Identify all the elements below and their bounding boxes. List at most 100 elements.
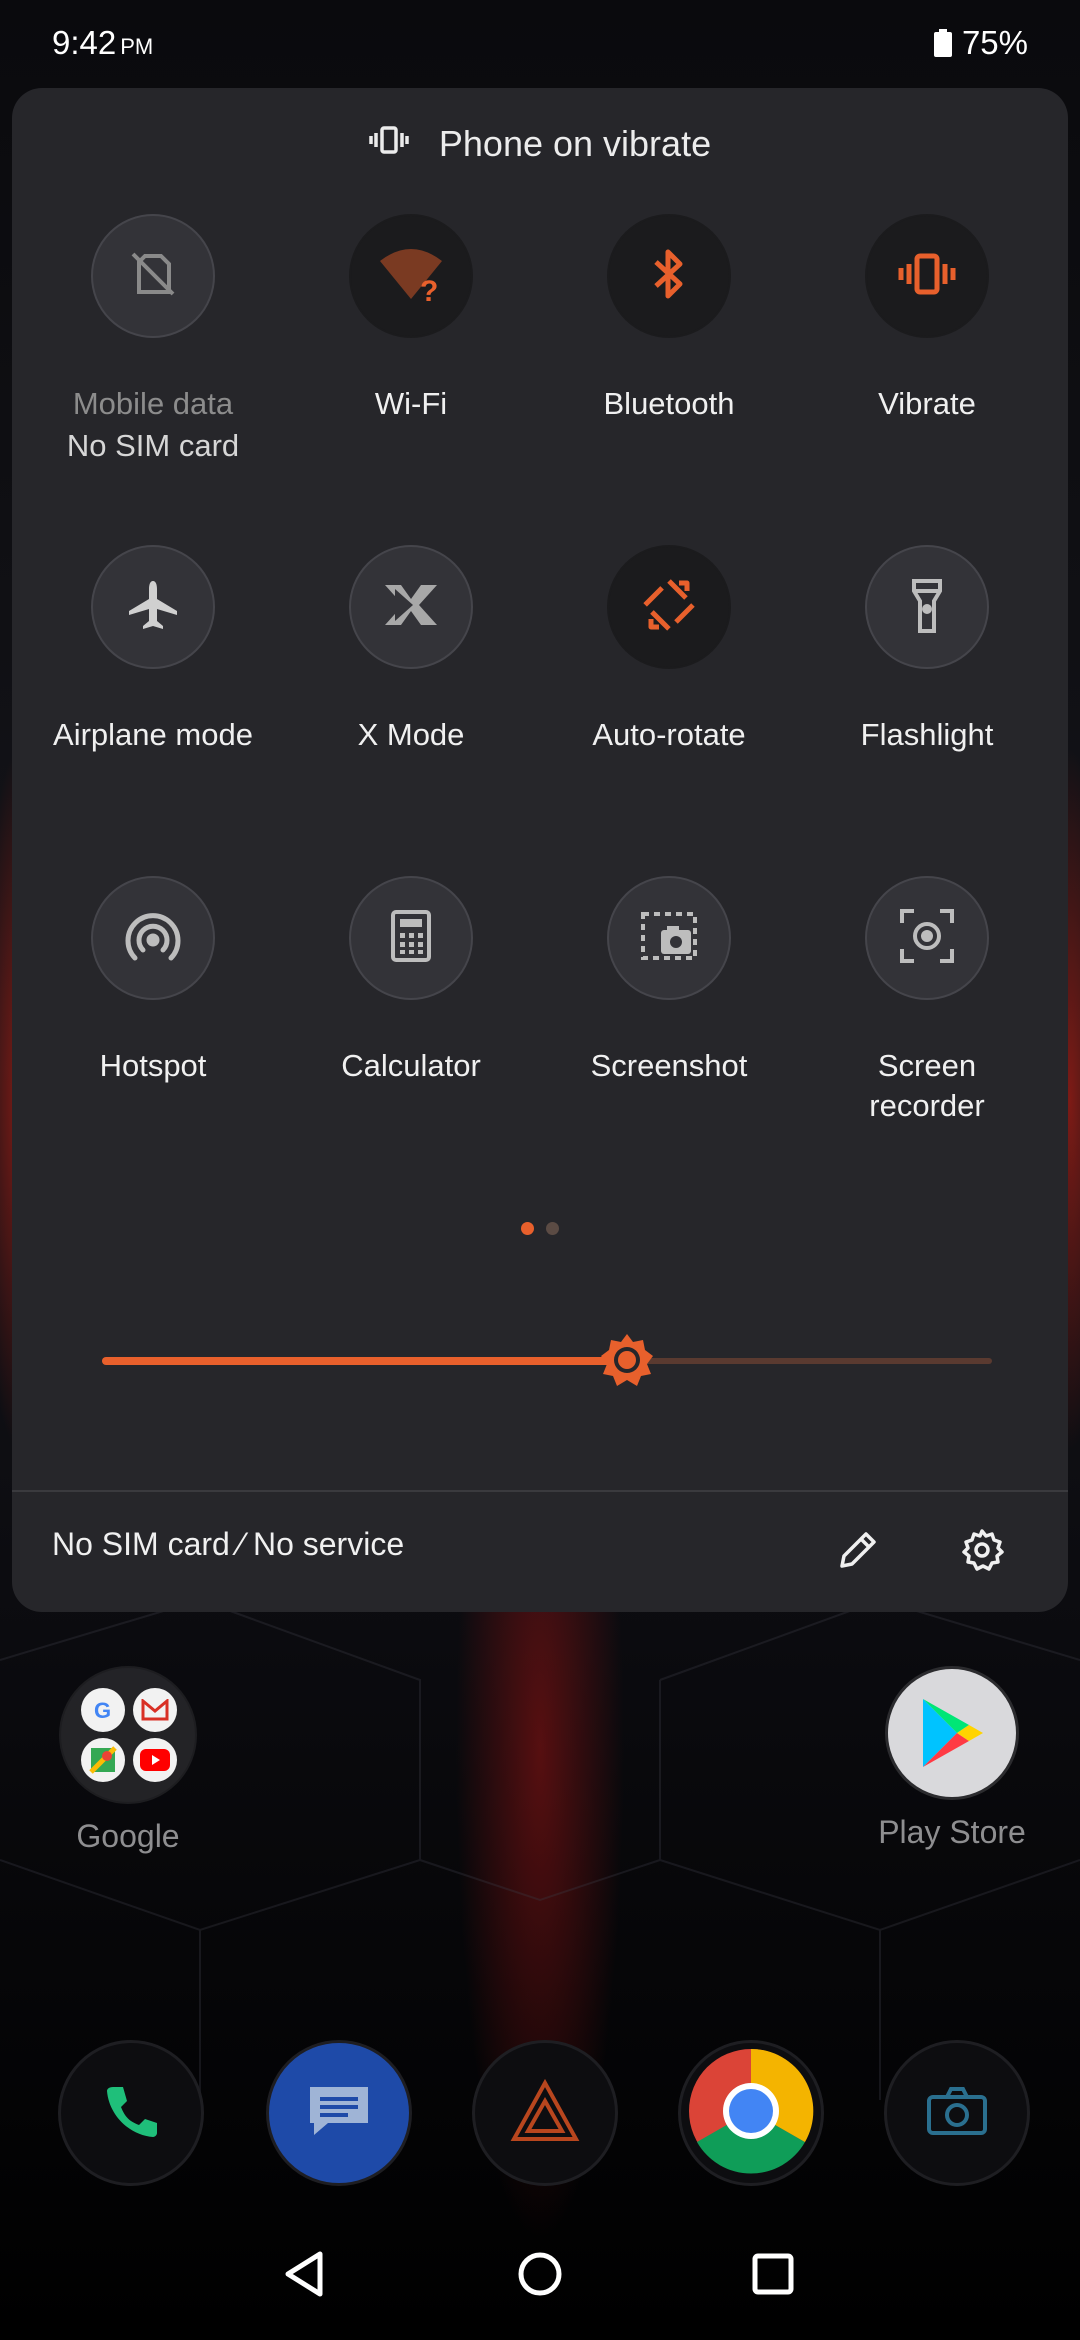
airplane-icon — [125, 577, 181, 638]
no-sim-icon — [125, 246, 181, 307]
tile-label: Airplane mode — [53, 717, 253, 752]
recents-icon — [751, 2252, 795, 2301]
chrome-icon — [687, 2047, 815, 2180]
bluetooth-icon — [644, 244, 694, 309]
maps-icon — [81, 1738, 125, 1782]
dock-messages[interactable] — [266, 2040, 412, 2186]
tile-bluetooth-button[interactable] — [607, 214, 731, 338]
phone-icon — [99, 2079, 163, 2148]
x-mode-icon — [383, 583, 439, 632]
battery-status: 75% — [933, 24, 1028, 62]
recents-button[interactable] — [735, 2238, 811, 2314]
tile-wifi[interactable]: ? Wi-Fi — [291, 214, 531, 424]
dock-chrome[interactable] — [678, 2040, 824, 2186]
settings-gear-icon — [960, 1528, 1004, 1577]
settings-button[interactable] — [950, 1520, 1014, 1584]
folder-icon: G — [59, 1666, 197, 1804]
dock-armoury[interactable] — [472, 2040, 618, 2186]
tile-flashlight[interactable]: Flashlight — [807, 545, 1047, 755]
brightness-fill — [102, 1357, 628, 1365]
tile-label: X Mode — [357, 717, 465, 752]
edit-pencil-icon — [836, 1528, 880, 1577]
home-icon — [516, 2250, 564, 2303]
tile-x-mode-button[interactable] — [349, 545, 473, 669]
brightness-thumb[interactable] — [599, 1332, 655, 1388]
home-button[interactable] — [502, 2238, 578, 2314]
calculator-icon — [389, 908, 433, 969]
app-label: Play Store — [878, 1814, 1026, 1850]
clock-ampm: PM — [120, 34, 154, 59]
page-indicator — [12, 1222, 1068, 1235]
battery-icon — [933, 29, 952, 57]
tile-mobile-data[interactable]: Mobile data No SIM card — [33, 214, 273, 468]
messages-icon — [304, 2081, 374, 2146]
armoury-icon — [510, 2078, 580, 2148]
tile-label: Wi-Fi — [374, 386, 448, 421]
google-folder[interactable]: G Google — [28, 1666, 228, 1855]
tile-label: Bluetooth — [603, 386, 735, 421]
back-icon — [282, 2250, 326, 2303]
ringer-status-text: Phone on vibrate — [438, 123, 712, 164]
youtube-icon — [133, 1738, 177, 1782]
tile-label: Mobile data — [72, 386, 234, 421]
tile-wifi-button[interactable]: ? — [349, 214, 473, 338]
panel-footer: No SIM card ⁄ No service — [12, 1492, 1068, 1612]
tile-screen-recorder[interactable]: Screen recorder — [807, 876, 1047, 1126]
status-bar: 9:42 PM 75% — [0, 0, 1080, 90]
play-store-app[interactable]: Play Store — [852, 1666, 1052, 1851]
back-button[interactable] — [266, 2238, 342, 2314]
battery-percent: 75% — [961, 24, 1028, 61]
edit-button[interactable] — [826, 1520, 890, 1584]
clock: 9:42 PM — [52, 24, 153, 62]
tile-bluetooth[interactable]: Bluetooth — [549, 214, 789, 424]
vibrate-icon — [369, 120, 409, 169]
screen-recorder-icon — [898, 907, 956, 970]
tile-calculator[interactable]: Calculator — [291, 876, 531, 1086]
carrier-status: No SIM card ⁄ No service — [52, 1526, 405, 1562]
tile-hotspot-button[interactable] — [91, 876, 215, 1000]
gmail-icon — [133, 1688, 177, 1732]
ringer-status[interactable]: Phone on vibrate — [12, 114, 1068, 174]
tile-screenshot-button[interactable] — [607, 876, 731, 1000]
tile-mobile-data-button[interactable] — [91, 214, 215, 338]
tile-airplane-mode-button[interactable] — [91, 545, 215, 669]
svg-text:?: ? — [420, 275, 438, 308]
tile-auto-rotate-button[interactable] — [607, 545, 731, 669]
wifi-question-icon: ? — [376, 239, 446, 314]
tile-label: Screen recorder — [869, 1048, 985, 1123]
svg-text:G: G — [94, 1698, 111, 1723]
dock-camera[interactable] — [884, 2040, 1030, 2186]
tile-x-mode[interactable]: X Mode — [291, 545, 531, 755]
tile-screen-recorder-button[interactable] — [865, 876, 989, 1000]
app-label: Google — [76, 1818, 180, 1854]
camera-icon — [925, 2085, 989, 2142]
tile-label: Calculator — [341, 1048, 481, 1083]
brightness-sun-icon — [599, 1334, 655, 1392]
page-dot-2[interactable] — [546, 1222, 559, 1235]
hotspot-icon — [123, 906, 183, 971]
google-icon: G — [81, 1688, 125, 1732]
page-dot-1[interactable] — [521, 1222, 534, 1235]
tile-airplane-mode[interactable]: Airplane mode — [33, 545, 273, 755]
tile-vibrate[interactable]: Vibrate — [807, 214, 1047, 424]
quick-settings-panel: Phone on vibrate Mobile data No SIM card… — [12, 88, 1068, 1612]
play-store-icon — [885, 1666, 1019, 1800]
clock-time: 9:42 — [52, 24, 117, 61]
tile-auto-rotate[interactable]: Auto-rotate — [549, 545, 789, 755]
tile-label: Flashlight — [860, 717, 994, 752]
auto-rotate-icon — [639, 575, 699, 640]
tile-vibrate-button[interactable] — [865, 214, 989, 338]
dock-phone[interactable] — [58, 2040, 204, 2186]
brightness-slider[interactable] — [90, 1332, 1004, 1392]
navigation-bar — [0, 2210, 1080, 2340]
tile-label: Hotspot — [99, 1048, 207, 1083]
tile-screenshot[interactable]: Screenshot — [549, 876, 789, 1086]
screenshot-icon — [639, 908, 699, 969]
tile-label: Vibrate — [878, 386, 976, 421]
flashlight-icon — [902, 575, 952, 640]
tile-label: Auto-rotate — [592, 717, 746, 752]
tile-calculator-button[interactable] — [349, 876, 473, 1000]
tile-flashlight-button[interactable] — [865, 545, 989, 669]
tile-hotspot[interactable]: Hotspot — [33, 876, 273, 1086]
tile-sublabel: No SIM card — [66, 428, 240, 463]
